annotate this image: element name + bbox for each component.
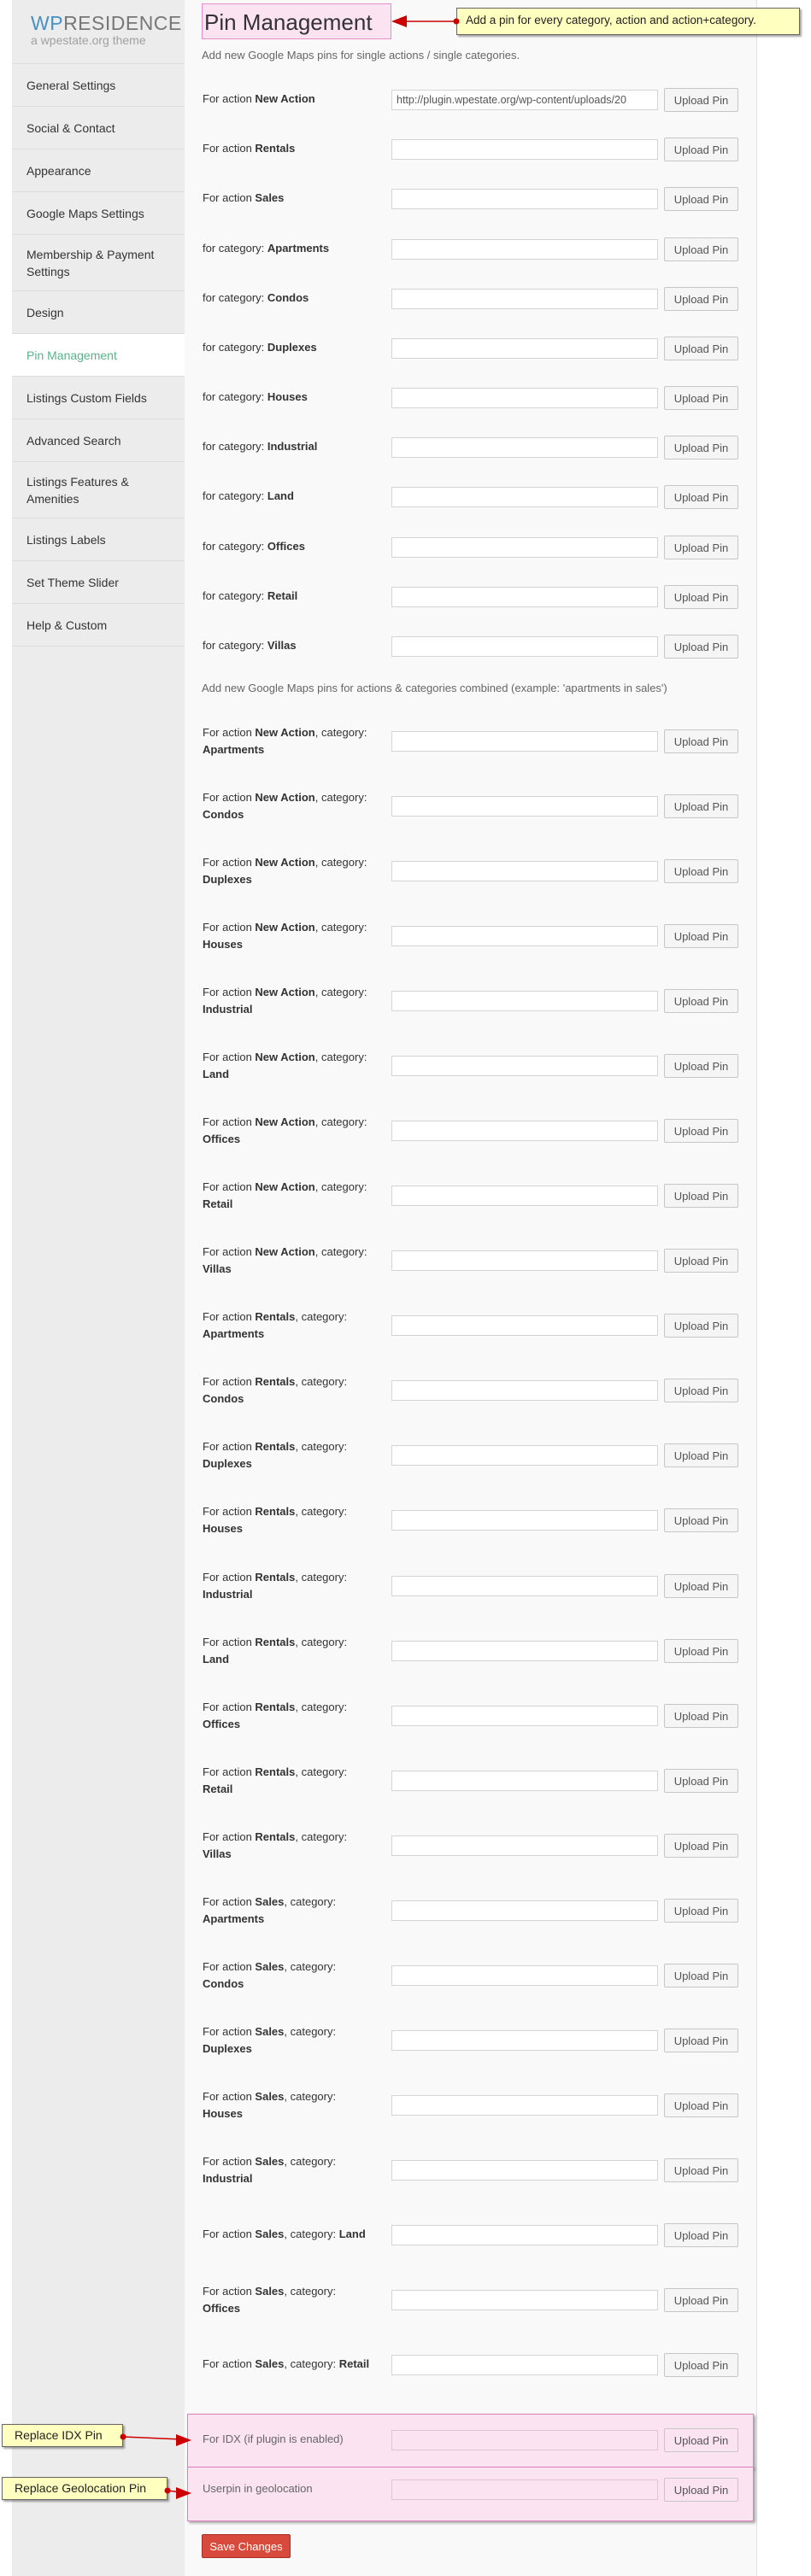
arrow-head-idx [176,2434,191,2446]
annotation-arrows [120,15,460,2499]
arrow-dot-geolocation [164,2487,171,2494]
arrow-head-geolocation [176,2487,191,2499]
arrow-dot-top [453,18,460,25]
arrow-dot-idx [120,2433,126,2440]
arrow-line-idx [122,2436,182,2440]
arrow-head-top [391,15,407,27]
